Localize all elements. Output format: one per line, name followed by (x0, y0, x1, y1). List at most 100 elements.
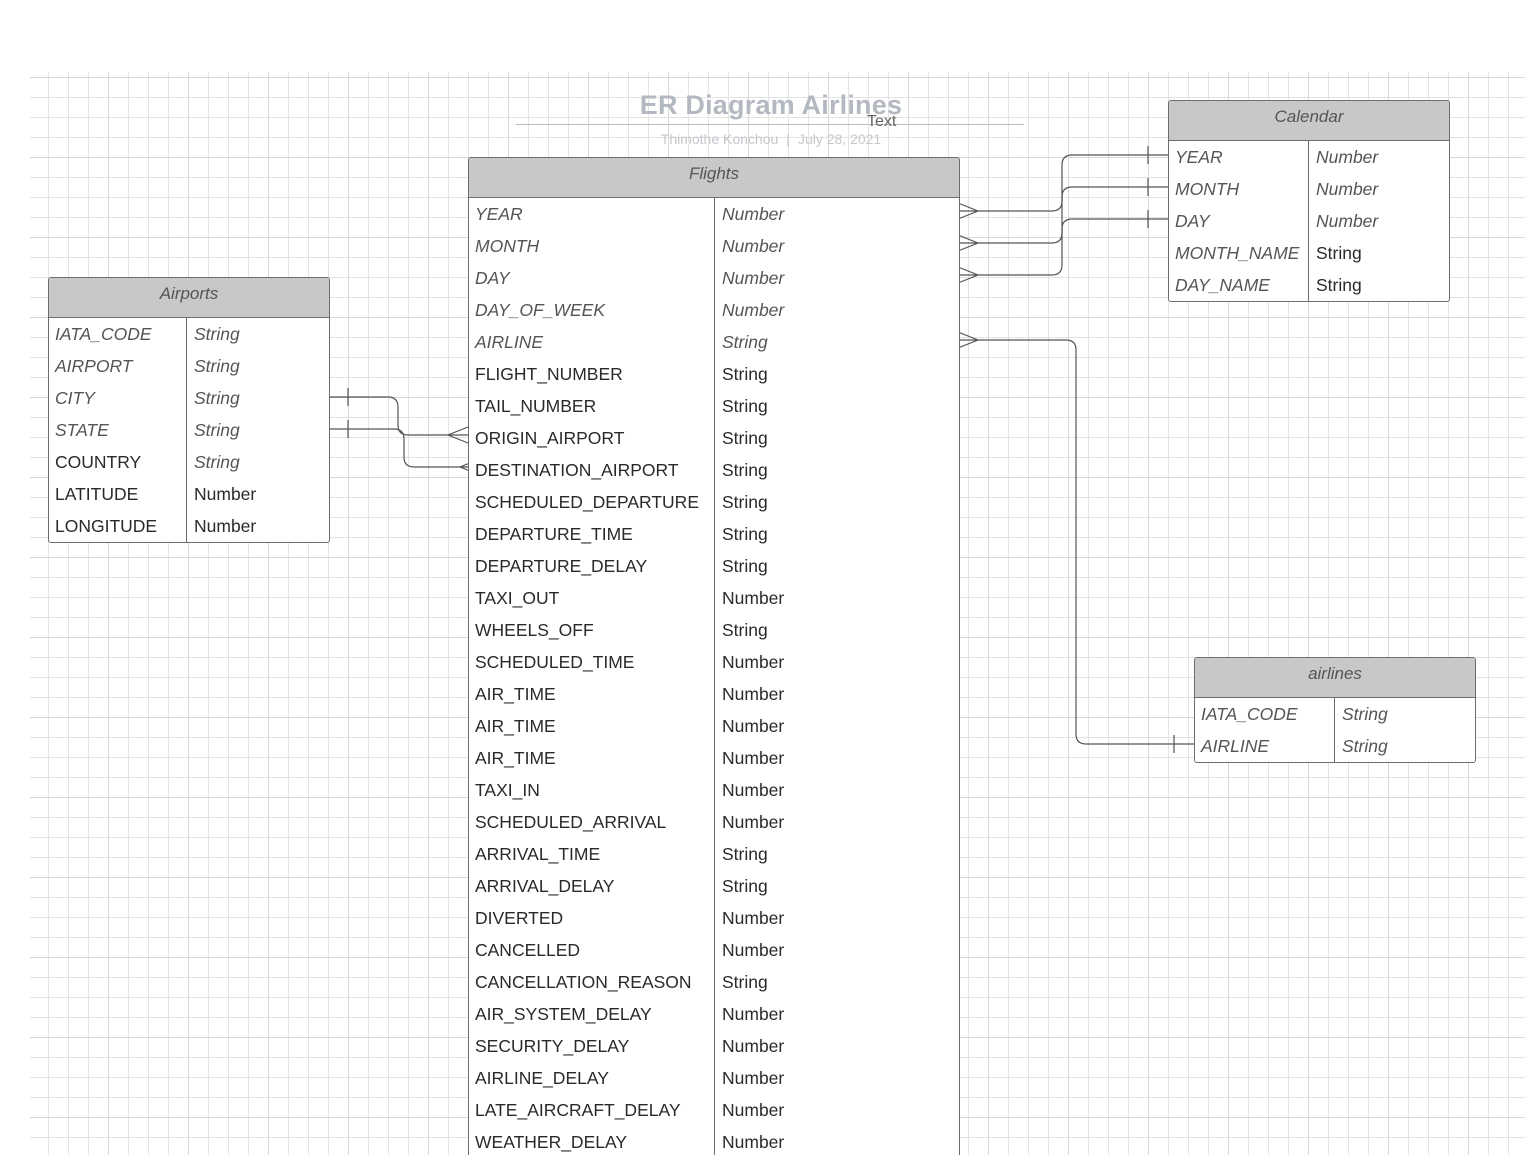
field-name: AIR_TIME (475, 748, 556, 768)
entity-field-row[interactable]: MONTH_NAME String (1169, 237, 1449, 269)
field-type: String (722, 556, 768, 576)
entity-field-row[interactable]: ARRIVAL_TIME String (469, 838, 959, 870)
entity-field-row[interactable]: TAXI_OUT Number (469, 582, 959, 614)
entity-field-row[interactable]: DAY Number (1169, 205, 1449, 237)
field-name: CANCELLED (475, 940, 581, 960)
field-type: Number (722, 300, 785, 320)
entity-field-row[interactable]: STATE String (49, 414, 329, 446)
field-type: Number (194, 516, 257, 536)
field-type: Number (722, 268, 785, 288)
entity-field-row[interactable]: WHEELS_OFF String (469, 614, 959, 646)
field-type: String (722, 844, 768, 864)
field-type: Number (722, 908, 785, 928)
field-name: TAXI_OUT (475, 588, 560, 608)
field-type: String (194, 356, 240, 376)
field-name: TAIL_NUMBER (475, 396, 597, 416)
entity-calendar[interactable]: Calendar YEAR Number MONTH Number DAY Number M… (1168, 100, 1450, 302)
entity-field-row[interactable]: FLIGHT_NUMBER String (469, 358, 959, 390)
field-name: SCHEDULED_DEPARTURE (475, 492, 699, 512)
diagram-canvas[interactable]: ER Diagram Airlines Text Thimothe Koncho… (0, 0, 1525, 1155)
entity-flights[interactable]: Flights YEAR Number MONTH Number DAY Number DA… (468, 157, 960, 1155)
text-placeholder-label[interactable]: Text (867, 113, 896, 131)
field-type: Number (722, 652, 785, 672)
field-name: DAY_OF_WEEK (475, 300, 605, 320)
entity-field-row[interactable]: SECURITY_DELAY Number (469, 1030, 959, 1062)
field-type: Number (722, 1100, 785, 1120)
entity-field-row[interactable]: DAY_OF_WEEK Number (469, 294, 959, 326)
entity-header-calendar[interactable]: Calendar (1169, 101, 1449, 141)
field-type: Number (722, 236, 785, 256)
entity-field-row[interactable]: IATA_CODE String (1195, 698, 1475, 730)
entity-rows-calendar: YEAR Number MONTH Number DAY Number MONTH_NAME… (1169, 141, 1449, 301)
entity-field-row[interactable]: DEPARTURE_TIME String (469, 518, 959, 550)
field-name: FLIGHT_NUMBER (475, 364, 623, 384)
entity-field-row[interactable]: YEAR Number (469, 198, 959, 230)
entity-field-row[interactable]: COUNTRY String (49, 446, 329, 478)
entity-field-row[interactable]: SCHEDULED_TIME Number (469, 646, 959, 678)
entity-field-row[interactable]: AIRLINE String (1195, 730, 1475, 762)
entity-airlines[interactable]: airlines IATA_CODE String AIRLINE String (1194, 657, 1476, 763)
entity-field-row[interactable]: DAY_NAME String (1169, 269, 1449, 301)
diagram-date: July 28, 2021 (797, 131, 882, 147)
entity-header-airports[interactable]: Airports (49, 278, 329, 318)
entity-field-row[interactable]: WEATHER_DELAY Number (469, 1126, 959, 1155)
field-name: LATITUDE (55, 484, 139, 504)
entity-field-row[interactable]: AIR_TIME Number (469, 678, 959, 710)
author-name: Thimothe Konchou (660, 131, 779, 147)
field-name: CANCELLATION_REASON (475, 972, 692, 992)
field-name: DAY_NAME (1175, 275, 1270, 295)
entity-field-row[interactable]: AIRLINE_DELAY Number (469, 1062, 959, 1094)
field-name: DEPARTURE_TIME (475, 524, 633, 544)
field-type: Number (722, 204, 785, 224)
field-type: Number (722, 780, 785, 800)
field-type: String (1316, 243, 1362, 263)
entity-field-row[interactable]: AIR_TIME Number (469, 710, 959, 742)
field-name: LATE_AIRCRAFT_DELAY (475, 1100, 681, 1120)
entity-header-flights[interactable]: Flights (469, 158, 959, 198)
entity-field-row[interactable]: ORIGIN_AIRPORT String (469, 422, 959, 454)
entity-field-row[interactable]: ARRIVAL_DELAY String (469, 870, 959, 902)
field-type: Number (722, 1068, 785, 1088)
entity-field-row[interactable]: MONTH Number (469, 230, 959, 262)
entity-field-row[interactable]: AIR_TIME Number (469, 742, 959, 774)
field-name: AIRLINE (1201, 736, 1270, 756)
entity-field-row[interactable]: LONGITUDE Number (49, 510, 329, 542)
field-name: ARRIVAL_TIME (475, 844, 601, 864)
title-divider (516, 124, 1024, 125)
entity-field-row[interactable]: AIRLINE String (469, 326, 959, 358)
entity-field-row[interactable]: AIRPORT String (49, 350, 329, 382)
entity-field-row[interactable]: CANCELLATION_REASON String (469, 966, 959, 998)
entity-field-row[interactable]: IATA_CODE String (49, 318, 329, 350)
entity-field-row[interactable]: LATE_AIRCRAFT_DELAY Number (469, 1094, 959, 1126)
entity-field-row[interactable]: CANCELLED Number (469, 934, 959, 966)
field-type: Number (722, 588, 785, 608)
field-type: Number (722, 748, 785, 768)
entity-airports[interactable]: Airports IATA_CODE String AIRPORT String CIT… (48, 277, 330, 543)
entity-header-airlines[interactable]: airlines (1195, 658, 1475, 698)
entity-rows-flights: YEAR Number MONTH Number DAY Number DAY_OF_WEE… (469, 198, 959, 1155)
entity-field-row[interactable]: DEPARTURE_DELAY String (469, 550, 959, 582)
entity-field-row[interactable]: SCHEDULED_ARRIVAL Number (469, 806, 959, 838)
field-type: String (1342, 704, 1388, 724)
field-type: String (194, 420, 240, 440)
entity-field-row[interactable]: CITY String (49, 382, 329, 414)
field-type: Number (722, 1036, 785, 1056)
diagram-subtitle[interactable]: Thimothe Konchou | July 28, 2021 (516, 131, 1026, 147)
entity-field-row[interactable]: DIVERTED Number (469, 902, 959, 934)
entity-field-row[interactable]: YEAR Number (1169, 141, 1449, 173)
field-name: MONTH_NAME (1175, 243, 1300, 263)
entity-field-row[interactable]: SCHEDULED_DEPARTURE String (469, 486, 959, 518)
entity-field-row[interactable]: TAIL_NUMBER String (469, 390, 959, 422)
entity-field-row[interactable]: TAXI_IN Number (469, 774, 959, 806)
field-type: String (194, 324, 240, 344)
entity-field-row[interactable]: DAY Number (469, 262, 959, 294)
entity-field-row[interactable]: DESTINATION_AIRPORT String (469, 454, 959, 486)
field-name: SECURITY_DELAY (475, 1036, 630, 1056)
entity-field-row[interactable]: LATITUDE Number (49, 478, 329, 510)
field-name: SCHEDULED_ARRIVAL (475, 812, 667, 832)
field-name: ARRIVAL_DELAY (475, 876, 615, 896)
entity-field-row[interactable]: MONTH Number (1169, 173, 1449, 205)
subtitle-separator: | (786, 131, 790, 147)
diagram-title[interactable]: ER Diagram Airlines (516, 90, 1026, 121)
entity-field-row[interactable]: AIR_SYSTEM_DELAY Number (469, 998, 959, 1030)
